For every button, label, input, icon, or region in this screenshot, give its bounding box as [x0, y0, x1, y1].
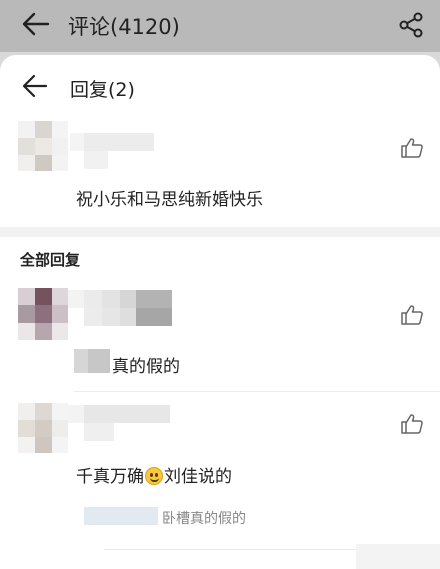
thumbs-up-icon[interactable] — [400, 304, 424, 326]
nested-reply-text: 卧槽真的假的 — [162, 511, 246, 527]
replies-sheet: 回复(2) 祝小乐和马思纯新婚快乐 全部回复 真的假的 千真万确 刘佳说的 卧槽… — [0, 55, 440, 569]
redacted-mention — [74, 349, 110, 373]
share-icon[interactable] — [396, 10, 426, 40]
reply-text: 真的假的 — [112, 357, 180, 377]
username[interactable] — [68, 290, 172, 326]
arrow-left-icon[interactable] — [20, 10, 52, 38]
reply-text-end: 刘佳说的 — [164, 467, 232, 487]
avatar[interactable] — [18, 121, 68, 171]
page-header: 评论(4120) — [0, 0, 440, 52]
avatar[interactable] — [18, 288, 68, 340]
sheet-header: 回复(2) — [0, 55, 440, 117]
username[interactable] — [70, 133, 154, 171]
root-comment-text: 祝小乐和马思纯新婚快乐 — [76, 190, 263, 210]
redacted-username — [84, 507, 158, 525]
thumbs-up-icon[interactable] — [400, 137, 424, 159]
section-title: 全部回复 — [20, 251, 81, 269]
reply-text-start: 千真万确 — [76, 467, 144, 487]
section-divider — [0, 227, 440, 237]
grinning-face-emoji — [145, 467, 163, 485]
thumbs-up-icon[interactable] — [400, 413, 424, 435]
arrow-left-icon[interactable] — [20, 71, 50, 101]
page-title: 评论(4120) — [68, 15, 180, 39]
reply-divider — [74, 391, 440, 392]
avatar[interactable] — [18, 403, 68, 453]
redacted-content — [356, 544, 440, 569]
username[interactable] — [68, 405, 170, 441]
reply-text: 千真万确 刘佳说的 — [76, 462, 232, 487]
sheet-title: 回复(2) — [70, 79, 135, 101]
